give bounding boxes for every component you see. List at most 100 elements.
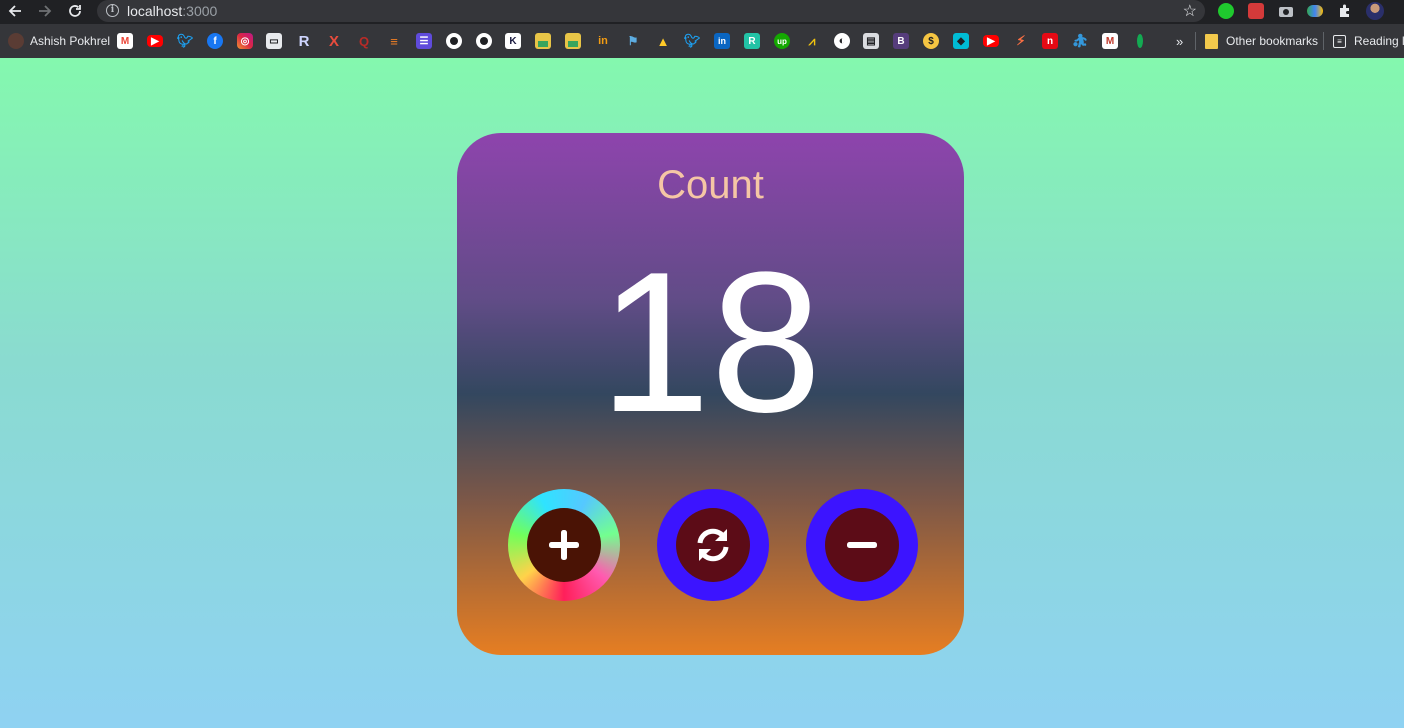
reset-button[interactable] bbox=[657, 489, 769, 601]
globe-icon: ◐ bbox=[834, 33, 850, 49]
extension-green-icon[interactable] bbox=[1217, 2, 1235, 20]
bookmark-medium[interactable]: M bbox=[1102, 33, 1118, 49]
site-info-icon[interactable]: i bbox=[106, 4, 119, 17]
bookmark-quora[interactable]: Q bbox=[356, 33, 372, 49]
bookmark-person[interactable]: ⛹︎ bbox=[1072, 33, 1088, 49]
person-icon: ⛹︎ bbox=[1072, 33, 1088, 48]
camera-icon[interactable] bbox=[1277, 2, 1295, 20]
overflow-chevron-icon: » bbox=[1176, 33, 1184, 49]
bookmark-github-1[interactable] bbox=[446, 33, 462, 49]
bookmark-facebook[interactable]: f bbox=[207, 33, 223, 49]
m-letter-icon: M bbox=[1102, 33, 1118, 49]
count-title: Count bbox=[657, 163, 764, 207]
document-icon: ▤ bbox=[863, 33, 879, 49]
bookmark-list[interactable]: ☰ bbox=[416, 33, 432, 49]
list-icon: ☰ bbox=[416, 33, 432, 49]
twitter-icon: 🐦︎ bbox=[684, 33, 700, 48]
minus-icon bbox=[847, 542, 877, 548]
instagram-icon: ◎ bbox=[237, 33, 253, 49]
folder-icon bbox=[1205, 33, 1218, 49]
reading-list-button[interactable]: ≡ Reading li bbox=[1333, 33, 1404, 49]
bookmarks-divider bbox=[1195, 32, 1196, 50]
increment-button-inner[interactable] bbox=[527, 508, 601, 582]
page-background: Count 18 bbox=[0, 58, 1404, 728]
reload-button[interactable] bbox=[64, 0, 86, 22]
extensions-puzzle-icon[interactable] bbox=[1336, 2, 1354, 20]
bookmark-blue-box[interactable]: ◆ bbox=[953, 33, 969, 49]
gmail-icon: M bbox=[117, 33, 133, 49]
address-url[interactable]: localhost:3000 bbox=[127, 3, 217, 19]
decrement-button[interactable] bbox=[806, 489, 918, 601]
bookmark-bootstrap[interactable]: B bbox=[893, 33, 909, 49]
increment-button[interactable] bbox=[508, 489, 620, 601]
bookmark-twitter[interactable]: 🐦︎ bbox=[177, 33, 193, 49]
bookmark-ashish-pokhrel[interactable]: Ashish Pokhrel bbox=[8, 33, 110, 49]
bookmark-firebase[interactable]: ▲ bbox=[655, 33, 671, 49]
bookmark-gmail[interactable]: M bbox=[117, 33, 133, 49]
bookmark-k[interactable]: K bbox=[505, 33, 521, 49]
bookmark-twitter-2[interactable]: 🐦︎ bbox=[684, 33, 700, 49]
lightning-icon: ⚡︎ bbox=[1016, 33, 1026, 48]
flag-icon: ⚑ bbox=[627, 34, 639, 48]
bookmark-flag[interactable]: ⚑ bbox=[625, 33, 641, 49]
decrement-button-inner[interactable] bbox=[825, 508, 899, 582]
forward-button[interactable] bbox=[34, 0, 56, 22]
bookmark-screen[interactable]: ▭ bbox=[266, 33, 282, 49]
bookmark-in[interactable]: in bbox=[595, 33, 611, 49]
r-letter-icon: R bbox=[298, 33, 310, 49]
extension-colorful-icon[interactable] bbox=[1306, 2, 1324, 20]
bookmark-triangle[interactable]: ⩘ bbox=[804, 33, 820, 49]
url-port: :3000 bbox=[182, 3, 218, 19]
counter-card: Count 18 bbox=[457, 133, 964, 655]
bookmarks-divider bbox=[1323, 32, 1324, 50]
bookmark-youtube[interactable]: ▶ bbox=[147, 33, 163, 49]
arrow-left-icon bbox=[8, 5, 21, 17]
bookmark-r-green[interactable]: R bbox=[744, 33, 760, 49]
extension-red-icon[interactable] bbox=[1247, 2, 1265, 20]
picture-icon bbox=[535, 33, 551, 49]
linkedin-icon: in bbox=[714, 33, 730, 49]
bookmark-image-2[interactable] bbox=[565, 33, 581, 49]
bookmark-instagram[interactable]: ◎ bbox=[237, 33, 253, 49]
url-host: localhost bbox=[127, 3, 183, 19]
bootstrap-icon: B bbox=[893, 33, 909, 49]
bookmark-youtube-2[interactable]: ▶ bbox=[983, 33, 999, 49]
profile-bookmark-icon bbox=[8, 33, 24, 49]
r-green-icon: R bbox=[744, 33, 760, 49]
twitter-icon: 🐦︎ bbox=[177, 33, 193, 48]
bookmark-label: Other bookmarks bbox=[1226, 34, 1319, 48]
github-icon bbox=[476, 33, 492, 49]
bookmark-other-bookmarks[interactable]: Other bookmarks bbox=[1205, 33, 1318, 49]
address-bar[interactable]: i localhost:3000 ☆ bbox=[97, 0, 1205, 22]
bookmark-red-n[interactable]: n bbox=[1042, 33, 1058, 49]
back-button[interactable] bbox=[4, 0, 26, 22]
profile-avatar[interactable] bbox=[1366, 2, 1384, 20]
bookmark-label: Ashish Pokhrel bbox=[30, 34, 111, 48]
bookmark-bolt[interactable]: ⚡︎ bbox=[1013, 33, 1029, 49]
reload-icon bbox=[69, 5, 81, 17]
in-letter-icon: in bbox=[598, 35, 608, 47]
picture-icon bbox=[565, 33, 581, 49]
reset-button-inner[interactable] bbox=[676, 508, 750, 582]
bookmark-upwork[interactable]: up bbox=[774, 33, 790, 49]
bookmark-linkedin[interactable]: in bbox=[714, 33, 730, 49]
count-value: 18 bbox=[599, 231, 822, 454]
box-icon: ◆ bbox=[953, 33, 969, 49]
quora-icon: Q bbox=[358, 33, 370, 49]
github-icon bbox=[446, 33, 462, 49]
bookmark-coin[interactable]: $ bbox=[923, 33, 939, 49]
bookmark-globe[interactable]: ◐ bbox=[834, 33, 850, 49]
bookmarks-overflow-button[interactable]: » bbox=[1176, 33, 1183, 49]
bookmark-x[interactable]: X bbox=[326, 33, 342, 49]
bookmark-github-2[interactable] bbox=[476, 33, 492, 49]
bookmark-r[interactable]: R bbox=[296, 33, 312, 49]
bookmark-image-1[interactable] bbox=[535, 33, 551, 49]
facebook-icon: f bbox=[207, 33, 223, 49]
bookmark-mongodb[interactable] bbox=[1132, 33, 1148, 49]
monitor-icon: ▭ bbox=[266, 33, 282, 49]
bookmark-doc[interactable]: ▤ bbox=[863, 33, 879, 49]
plus-icon bbox=[549, 530, 579, 560]
n-letter-icon: n bbox=[1042, 33, 1058, 49]
bookmark-stackoverflow[interactable]: ≡ bbox=[386, 33, 402, 49]
bookmark-star-icon[interactable]: ☆ bbox=[1183, 1, 1197, 21]
